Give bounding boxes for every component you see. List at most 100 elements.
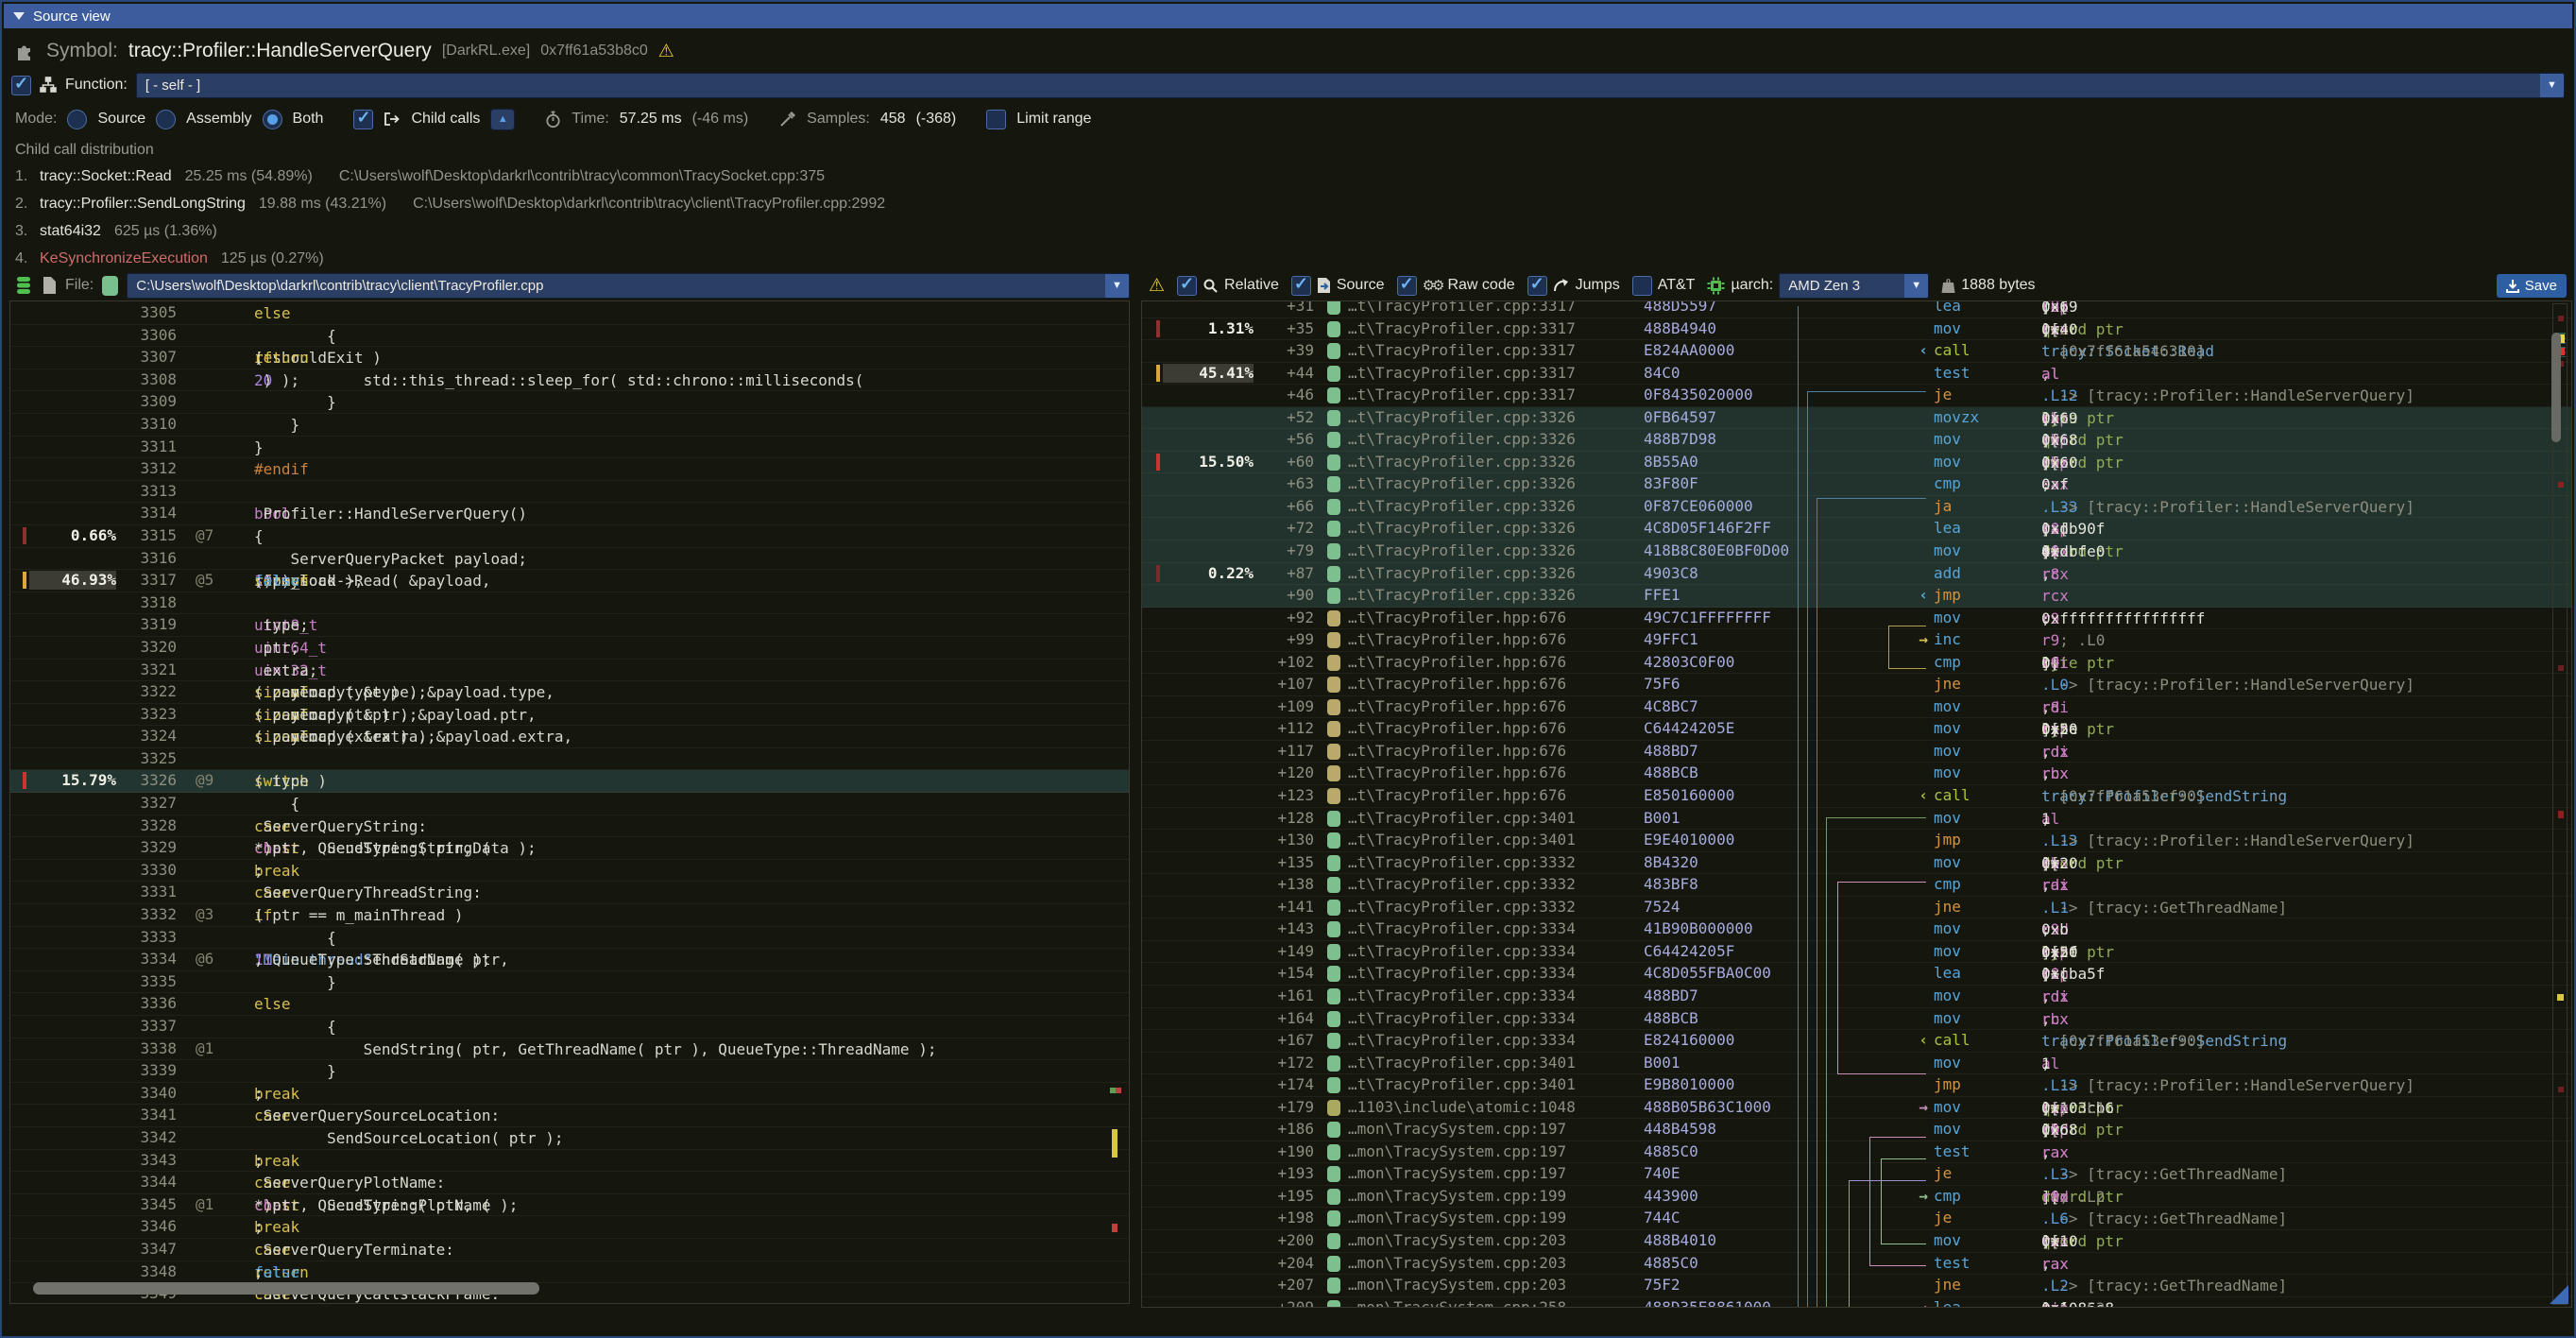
asm-source-location[interactable]: …t\TracyProfiler.cpp:3332 <box>1348 853 1576 872</box>
asm-source-location[interactable]: …t\TracyProfiler.cpp:3326 <box>1348 430 1576 449</box>
asm-source-location[interactable]: …t\TracyProfiler.cpp:3332 <box>1348 875 1576 894</box>
asm-source-location[interactable]: …t\TracyProfiler.cpp:3334 <box>1348 919 1576 938</box>
source-line[interactable]: 3331 case ServerQueryThreadString: <box>10 882 1129 904</box>
radio-both[interactable] <box>263 110 282 129</box>
asm-source-location[interactable]: …t\TracyProfiler.cpp:3326 <box>1348 453 1576 472</box>
asm-source-location[interactable]: …t\TracyProfiler.cpp:3401 <box>1348 831 1576 849</box>
chevron-down-icon[interactable]: ▼ <box>2540 74 2564 97</box>
assembly-vertical-scrollbar[interactable] <box>2552 303 2567 1305</box>
function-checkbox[interactable] <box>11 76 31 95</box>
asm-source-location[interactable]: …t\TracyProfiler.cpp:3401 <box>1348 809 1576 828</box>
asm-source-location[interactable]: …t\TracyProfiler.cpp:3334 <box>1348 942 1576 961</box>
source-line[interactable]: 3332@3 if( ptr == m_mainThread ) <box>10 904 1129 927</box>
asm-source-location[interactable]: …t\TracyProfiler.cpp:3334 <box>1348 1031 1576 1050</box>
asm-source-location[interactable]: …t\TracyProfiler.hpp:676 <box>1348 719 1566 738</box>
asm-source-location[interactable]: …t\TracyProfiler.hpp:676 <box>1348 763 1566 782</box>
asm-source-location[interactable]: …t\TracyProfiler.cpp:3334 <box>1348 986 1576 1005</box>
asm-source-location[interactable]: …mon\TracySystem.cpp:203 <box>1348 1231 1566 1250</box>
asm-source-location[interactable]: …t\TracyProfiler.cpp:3401 <box>1348 1075 1576 1094</box>
source-line[interactable]: 3310 } <box>10 414 1129 437</box>
source-line[interactable]: 3336 else <box>10 993 1129 1016</box>
source-line[interactable]: 3337 { <box>10 1016 1129 1038</box>
function-dropdown[interactable]: [ - self - ] ▼ <box>136 73 2565 98</box>
asm-source-location[interactable]: …t\TracyProfiler.cpp:3326 <box>1348 474 1576 493</box>
radio-source[interactable] <box>67 110 87 129</box>
limit-range-checkbox[interactable] <box>986 110 1006 129</box>
asm-source-location[interactable]: …mon\TracySystem.cpp:197 <box>1348 1142 1566 1161</box>
asm-source-location[interactable]: …t\TracyProfiler.cpp:3332 <box>1348 898 1576 917</box>
source-line[interactable]: 3347 case ServerQueryTerminate: <box>10 1239 1129 1261</box>
asm-source-location[interactable]: …t\TracyProfiler.hpp:676 <box>1348 697 1566 716</box>
source-line[interactable]: 3340 break; <box>10 1083 1129 1106</box>
window-titlebar[interactable]: Source view <box>4 4 2572 28</box>
child-call-item[interactable]: 3.stat64i32625 µs (1.36%) <box>15 217 2565 245</box>
asm-source-location[interactable]: …mon\TracySystem.cpp:203 <box>1348 1254 1566 1273</box>
asm-source-location[interactable]: …t\TracyProfiler.cpp:3334 <box>1348 964 1576 983</box>
source-line[interactable]: 3306 { <box>10 325 1129 348</box>
jumps-checkbox[interactable] <box>1527 276 1547 296</box>
source-line[interactable]: 3312#endif <box>10 458 1129 481</box>
source-horizontal-scrollbar[interactable] <box>33 1282 539 1295</box>
source-line[interactable]: 3308 std::this_thread::sleep_for( std::c… <box>10 369 1129 392</box>
source-line[interactable]: 3329 SendString( ptr, (const char*)ptr, … <box>10 837 1129 860</box>
collapse-triangle-icon[interactable] <box>13 12 25 20</box>
child-call-item[interactable]: 2.tracy::Profiler::SendLongString19.88 m… <box>15 190 2565 217</box>
asm-source-location[interactable]: …t\TracyProfiler.hpp:676 <box>1348 742 1566 761</box>
source-line[interactable]: 3344 case ServerQueryPlotName: <box>10 1172 1129 1194</box>
child-call-item[interactable]: 4.KeSynchronizeExecution125 µs (0.27%) <box>15 245 2565 272</box>
source-line[interactable]: 3338@1 SendString( ptr, GetThreadName( p… <box>10 1038 1129 1061</box>
source-line[interactable]: 3343 break; <box>10 1150 1129 1173</box>
uarch-dropdown[interactable]: AMD Zen 3 ▼ <box>1779 273 1929 299</box>
source-line[interactable]: 46.93%3317@5 if( !m_sock->Read( &payload… <box>10 570 1129 592</box>
source-line[interactable]: 3305 else <box>10 302 1129 325</box>
source-line[interactable]: 3309 } <box>10 391 1129 414</box>
att-checkbox[interactable] <box>1632 276 1652 296</box>
file-dropdown[interactable]: C:\Users\wolf\Desktop\darkrl\contrib\tra… <box>127 273 1130 299</box>
source-line[interactable]: 3320 uint64_t ptr; <box>10 637 1129 660</box>
child-call-item[interactable]: 1.tracy::Socket::Read25.25 ms (54.89%)C:… <box>15 163 2565 190</box>
source-line[interactable]: 3313 <box>10 481 1129 504</box>
asm-source-location[interactable]: …mon\TracySystem.cpp:199 <box>1348 1209 1566 1227</box>
source-checkbox[interactable] <box>1291 276 1311 296</box>
raw-code-checkbox[interactable] <box>1397 276 1417 296</box>
asm-source-location[interactable]: …t\TracyProfiler.hpp:676 <box>1348 653 1566 672</box>
source-line[interactable]: 3348 return false; <box>10 1261 1129 1284</box>
source-line[interactable]: 3311} <box>10 437 1129 459</box>
source-line[interactable]: 3319 uint8_t type; <box>10 614 1129 637</box>
source-line[interactable]: 3318 <box>10 592 1129 615</box>
source-line[interactable]: 3314bool Profiler::HandleServerQuery() <box>10 503 1129 525</box>
source-line[interactable]: 3330 break; <box>10 860 1129 883</box>
assembly-scrollbar-thumb[interactable] <box>2551 333 2561 442</box>
asm-source-location[interactable]: …t\TracyProfiler.hpp:676 <box>1348 675 1566 694</box>
source-line[interactable]: 3322 memcpy( &type, &payload.type, sizeo… <box>10 681 1129 704</box>
collapse-child-calls-button[interactable]: ▲ <box>490 109 515 130</box>
radio-assembly[interactable] <box>156 110 176 129</box>
asm-source-location[interactable]: …mon\TracySystem.cpp:258 <box>1348 1298 1566 1308</box>
source-line[interactable]: 3342 SendSourceLocation( ptr ); <box>10 1127 1129 1150</box>
asm-source-location[interactable]: …mon\TracySystem.cpp:199 <box>1348 1187 1566 1206</box>
source-line[interactable]: 3327 { <box>10 793 1129 815</box>
source-line[interactable]: 0.66%3315@7{ <box>10 525 1129 548</box>
asm-source-location[interactable]: …t\TracyProfiler.cpp:3326 <box>1348 497 1576 516</box>
asm-source-location[interactable]: …mon\TracySystem.cpp:197 <box>1348 1120 1566 1139</box>
asm-source-location[interactable]: …t\TracyProfiler.cpp:3326 <box>1348 564 1576 583</box>
source-line[interactable]: 3335 } <box>10 971 1129 994</box>
asm-source-location[interactable]: …t\TracyProfiler.cpp:3334 <box>1348 1009 1576 1028</box>
source-line[interactable]: 3323 memcpy( &ptr, &payload.ptr, sizeof(… <box>10 704 1129 727</box>
chevron-down-icon[interactable]: ▼ <box>1904 274 1928 298</box>
chevron-down-icon[interactable]: ▼ <box>1105 274 1129 298</box>
source-line[interactable]: 3346 break; <box>10 1216 1129 1239</box>
asm-source-location[interactable]: …t\TracyProfiler.cpp:3401 <box>1348 1054 1576 1072</box>
source-line[interactable]: 3339 } <box>10 1060 1129 1083</box>
source-line[interactable]: 3341 case ServerQuerySourceLocation: <box>10 1105 1129 1127</box>
asm-source-location[interactable]: …t\TracyProfiler.hpp:676 <box>1348 786 1566 805</box>
source-line[interactable]: 3334@6 SendString( ptr, "Main thread", 1… <box>10 949 1129 971</box>
source-line[interactable]: 15.79%3326@9 switch( type ) <box>10 770 1129 793</box>
source-line[interactable]: 3328 case ServerQueryString: <box>10 815 1129 838</box>
source-line[interactable]: 3333 { <box>10 927 1129 950</box>
asm-source-location[interactable]: …t\TracyProfiler.cpp:3326 <box>1348 586 1576 605</box>
asm-source-location[interactable]: …t\TracyProfiler.cpp:3317 <box>1348 364 1576 383</box>
source-line[interactable]: 3307 if( shouldExit ) return; <box>10 347 1129 369</box>
asm-source-location[interactable]: …mon\TracySystem.cpp:197 <box>1348 1164 1566 1183</box>
asm-source-location[interactable]: …t\TracyProfiler.hpp:676 <box>1348 630 1566 649</box>
